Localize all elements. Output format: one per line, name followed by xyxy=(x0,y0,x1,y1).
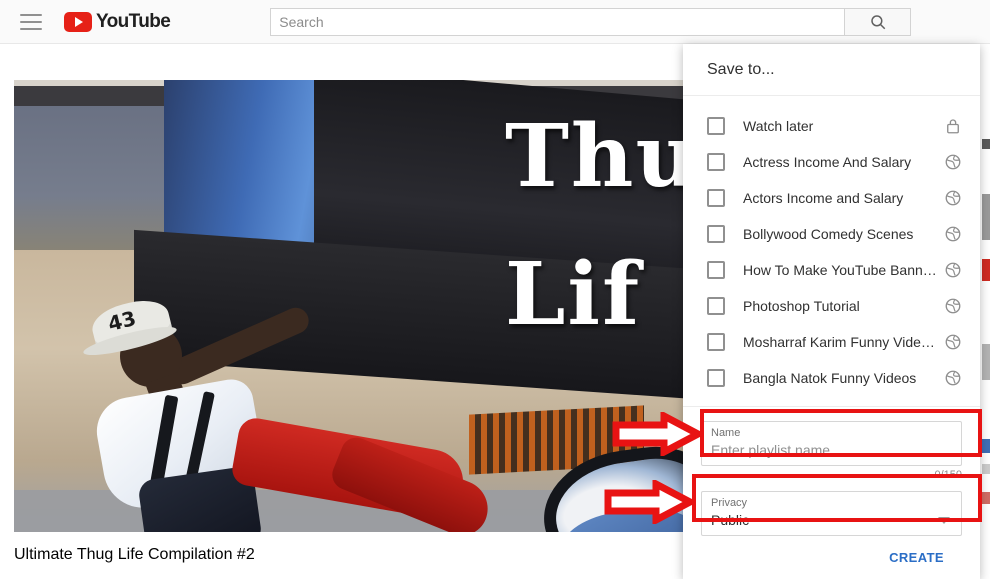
search-input[interactable] xyxy=(270,7,846,36)
playlist-name: Actress Income And Salary xyxy=(743,154,912,170)
playlist-checkbox[interactable] xyxy=(707,297,725,315)
playlist-row-actress-income-and-salary[interactable]: Actress Income And Salary xyxy=(683,144,980,180)
playlist-name: Mosharraf Karim Funny Vide… xyxy=(743,334,935,350)
playlist-name-label: Name xyxy=(711,427,741,439)
playlist-row-how-to-make-youtube-banner[interactable]: How To Make YouTube Bann… xyxy=(683,252,980,288)
playlist-name: Watch later xyxy=(743,118,814,134)
annotation-arrow-privacy xyxy=(604,480,694,524)
create-playlist-form: Name 0/150 Privacy Public CREATE xyxy=(683,407,980,579)
playlist-row-actors-income-and-salary[interactable]: Actors Income and Salary xyxy=(683,180,980,216)
globe-icon xyxy=(945,298,961,314)
search-icon xyxy=(871,14,886,29)
playlist-name: Actors Income and Salary xyxy=(743,190,904,206)
video-overlay-text: Thu Lif xyxy=(504,106,690,345)
search-button[interactable] xyxy=(845,7,912,36)
privacy-select[interactable]: Privacy Public xyxy=(701,491,962,536)
youtube-logo[interactable]: YouTube xyxy=(64,10,171,33)
playlist-checkbox[interactable] xyxy=(707,333,725,351)
playlist-checkbox[interactable] xyxy=(707,189,725,207)
privacy-value: Public xyxy=(711,512,750,528)
playlist-row-bangla-natok-funny-videos[interactable]: Bangla Natok Funny Videos xyxy=(683,360,980,396)
masthead: YouTube xyxy=(0,0,990,44)
video-title: Ultimate Thug Life Compilation #2 xyxy=(14,546,255,563)
character-counter: 0/150 xyxy=(934,469,962,481)
lock-icon xyxy=(947,119,959,134)
youtube-logo-text: YouTube xyxy=(96,10,171,32)
video-player[interactable]: 43 Thu Lif xyxy=(14,80,690,532)
playlist-row-photoshop-tutorial[interactable]: Photoshop Tutorial xyxy=(683,288,980,324)
globe-icon xyxy=(945,334,961,350)
playlist-name: Photoshop Tutorial xyxy=(743,298,860,314)
play-icon xyxy=(64,11,92,32)
video-frame: 43 Thu Lif xyxy=(14,80,690,532)
playlist-name: How To Make YouTube Bann… xyxy=(743,262,937,278)
playlist-name: Bollywood Comedy Scenes xyxy=(743,226,914,242)
playlist-name-input[interactable] xyxy=(711,441,952,460)
playlist-row-watch-later[interactable]: Watch later xyxy=(683,108,980,144)
hamburger-menu-icon[interactable] xyxy=(20,13,42,30)
globe-icon xyxy=(945,370,961,386)
background-page-edge xyxy=(982,44,990,579)
privacy-label: Privacy xyxy=(711,497,748,509)
playlist-checkbox[interactable] xyxy=(707,261,725,279)
youtube-page: YouTube Search 43 Thu Lif Ultimate Thug … xyxy=(0,0,990,579)
globe-icon xyxy=(945,190,961,206)
playlist-list: Watch later Actress Income And Salary Ac… xyxy=(683,96,980,407)
globe-icon xyxy=(945,226,961,242)
globe-icon xyxy=(945,154,961,170)
globe-icon xyxy=(945,262,961,278)
playlist-checkbox[interactable] xyxy=(707,369,725,387)
video-subject: 43 xyxy=(64,285,497,532)
annotation-arrow-name xyxy=(612,412,702,456)
playlist-checkbox[interactable] xyxy=(707,153,725,171)
playlist-name-field[interactable]: Name xyxy=(701,421,962,466)
playlist-row-mosharraf-karim-funny-videos[interactable]: Mosharraf Karim Funny Vide… xyxy=(683,324,980,360)
dialog-title: Save to... xyxy=(683,44,980,96)
playlist-name: Bangla Natok Funny Videos xyxy=(743,370,917,386)
save-to-dialog: Save to... Watch later Actress Income An… xyxy=(683,44,980,579)
create-button[interactable]: CREATE xyxy=(889,550,944,565)
chevron-down-icon[interactable] xyxy=(938,517,950,524)
search-bar xyxy=(270,7,912,36)
playlist-checkbox[interactable] xyxy=(707,117,725,135)
playlist-checkbox[interactable] xyxy=(707,225,725,243)
playlist-row-bollywood-comedy-scenes[interactable]: Bollywood Comedy Scenes xyxy=(683,216,980,252)
